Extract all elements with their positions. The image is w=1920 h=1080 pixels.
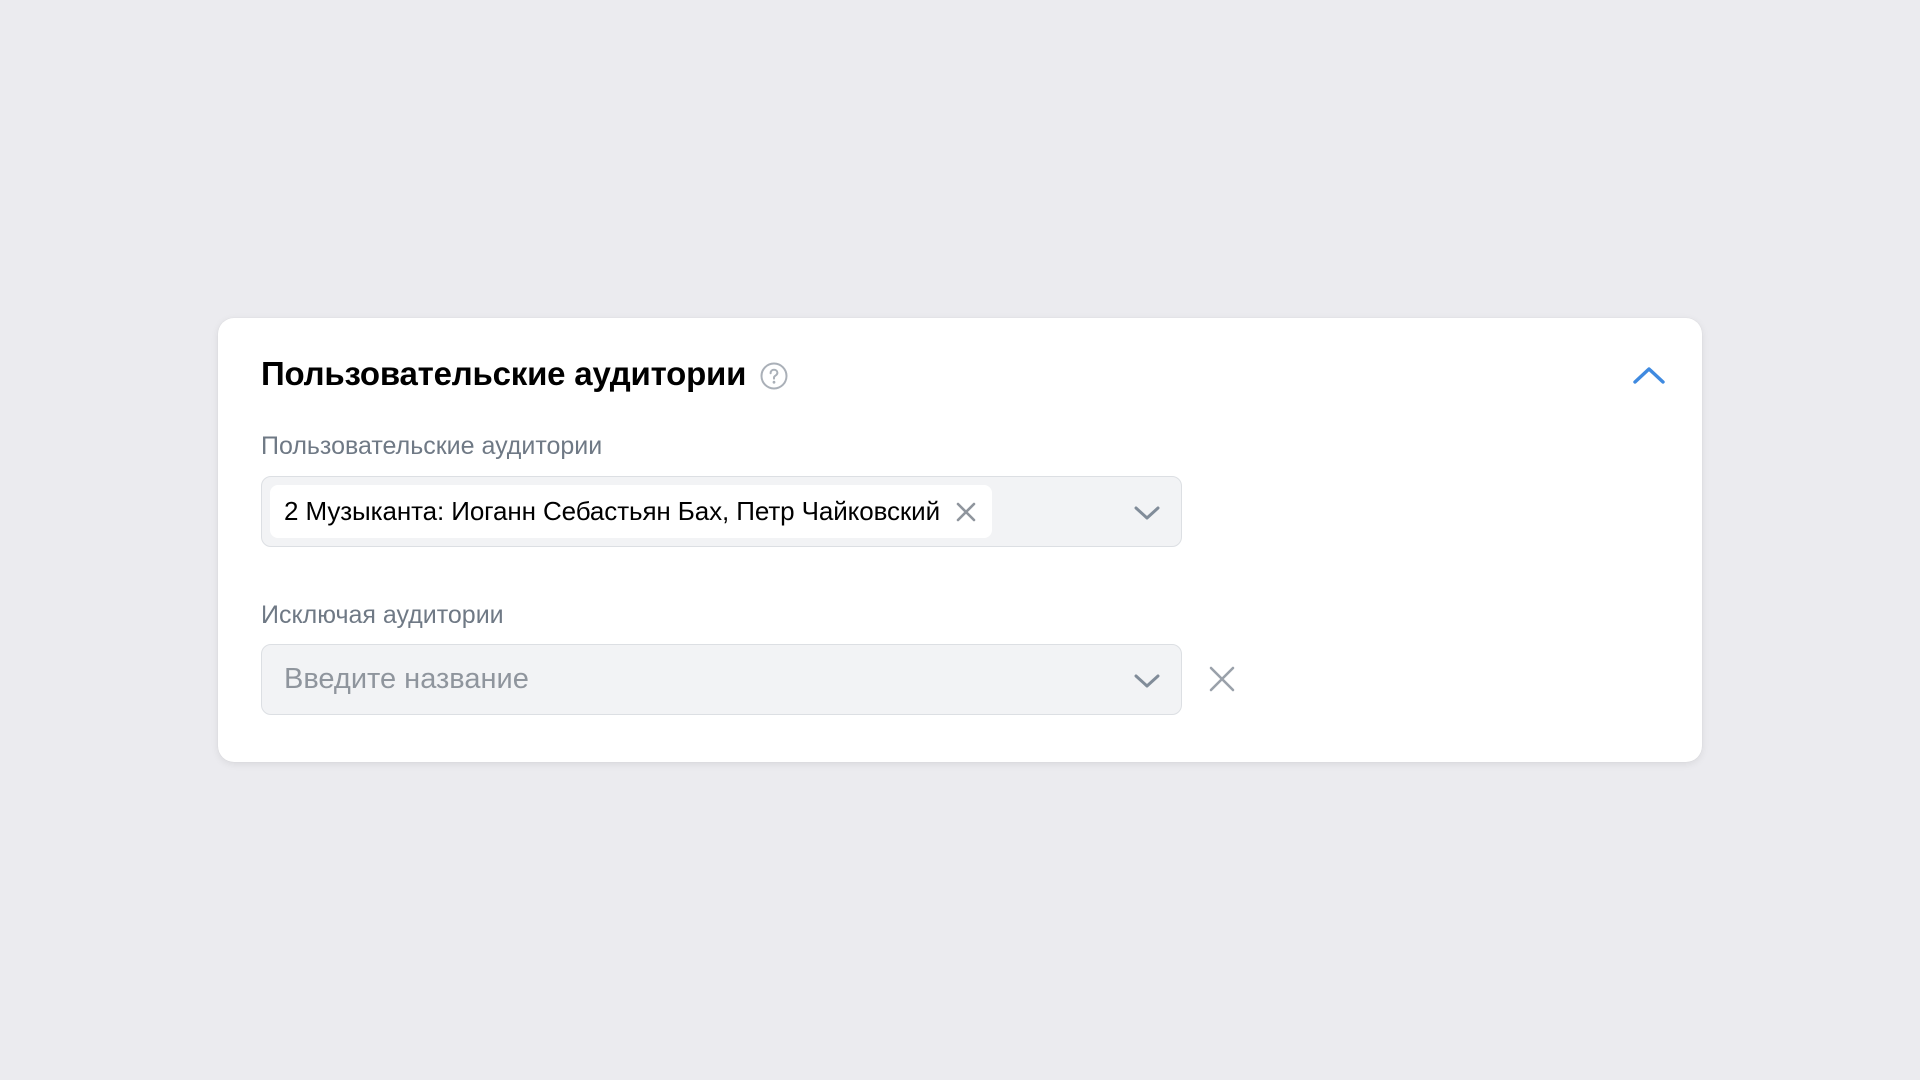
chip-label: 2 Музыканта: Иоганн Себастьян Бах, Петр … [284, 496, 941, 526]
card-title: Пользовательские аудитории [261, 355, 747, 392]
close-icon[interactable] [954, 500, 978, 524]
include-audiences-select[interactable]: 2 Музыканта: Иоганн Себастьян Бах, Петр … [261, 476, 1182, 547]
exclude-audiences-input[interactable] [262, 645, 1082, 714]
chevron-up-icon[interactable] [1632, 358, 1666, 392]
remove-exclude-field-close-icon[interactable] [1206, 663, 1238, 695]
exclude-audiences-select[interactable] [261, 644, 1182, 715]
question-circle-icon[interactable] [760, 362, 788, 390]
selected-audience-chip: 2 Музыканта: Иоганн Себастьян Бах, Петр … [270, 485, 993, 538]
exclude-audiences-label: Исключая аудитории [261, 601, 504, 629]
card-header: Пользовательские аудитории [261, 352, 1666, 396]
include-audiences-label: Пользовательские аудитории [261, 432, 603, 460]
chevron-down-icon[interactable] [1133, 499, 1161, 527]
chevron-down-icon[interactable] [1133, 667, 1161, 695]
custom-audiences-card: Пользовательские аудитории Пользовательс… [218, 318, 1702, 762]
